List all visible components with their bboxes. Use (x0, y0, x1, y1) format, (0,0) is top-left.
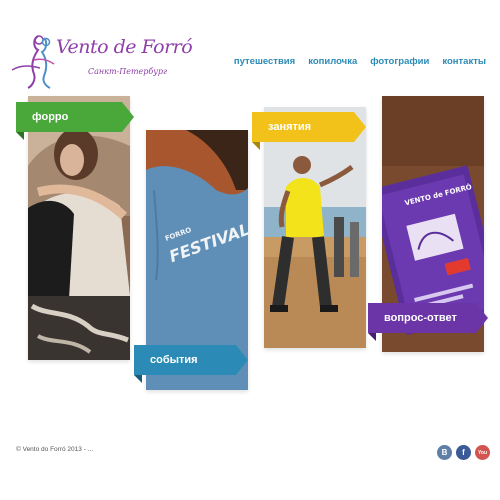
dance-class-photo (264, 107, 366, 348)
tile-classes-image[interactable] (264, 107, 366, 348)
logo-title: Vento de Forró (56, 36, 193, 58)
tile-label-faq[interactable]: вопрос-ответ (368, 303, 488, 341)
nav-item-contacts[interactable]: контакты (442, 56, 486, 67)
tile-label-events-text: события (150, 354, 198, 366)
tag-arrow (354, 112, 366, 142)
tag-arrow (122, 102, 134, 132)
site-logo[interactable]: Vento de Forró Санкт-Петербург (8, 30, 193, 90)
tile-label-faq-text: вопрос-ответ (384, 312, 457, 324)
tag-fold (134, 375, 142, 383)
tag-fold (16, 132, 24, 140)
dancing-couple-photo (28, 96, 130, 360)
main-nav: путешествия копилочка фотографии контакт… (234, 56, 486, 67)
tag-arrow (476, 303, 488, 333)
tile-label-forro[interactable]: форро (16, 102, 134, 140)
tile-label-events[interactable]: события (134, 345, 248, 383)
tile-forro-image[interactable] (28, 96, 130, 360)
vkontakte-icon[interactable]: B (437, 445, 452, 460)
nav-item-piggy-bank[interactable]: копилочка (308, 56, 357, 67)
footer-copyright: © Vento do Forró 2013 - ... (16, 446, 94, 453)
tile-label-classes-text: занятия (268, 121, 312, 133)
tag-arrow (236, 345, 248, 375)
social-links: B f You (437, 445, 490, 460)
facebook-icon[interactable]: f (456, 445, 471, 460)
tag-fold (368, 333, 376, 341)
youtube-icon[interactable]: You (475, 445, 490, 460)
nav-item-travel[interactable]: путешествия (234, 56, 295, 67)
nav-item-photos[interactable]: фотографии (370, 56, 429, 67)
logo-subtitle: Санкт-Петербург (88, 67, 168, 76)
tag-fold (252, 142, 260, 150)
tile-label-forro-text: форро (32, 111, 69, 123)
tile-label-classes[interactable]: занятия (252, 112, 366, 150)
